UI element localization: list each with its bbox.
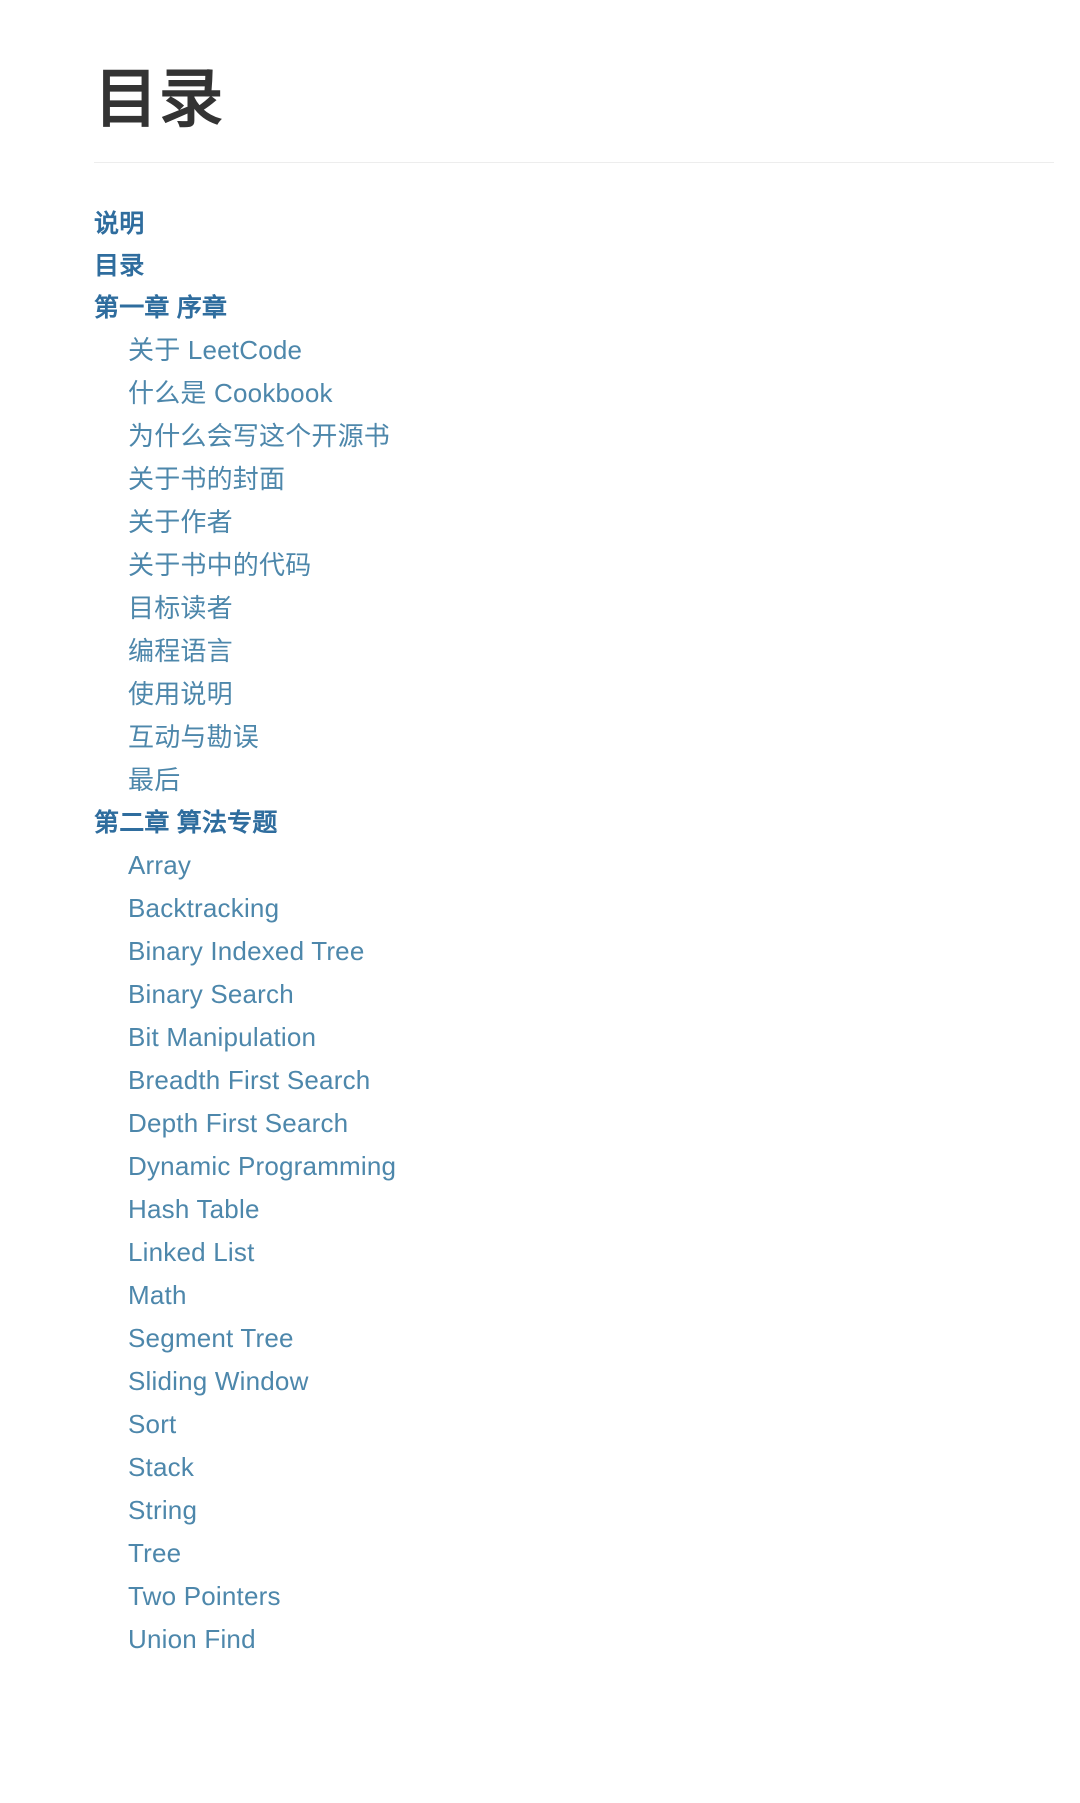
toc-link[interactable]: Linked List [128, 1233, 255, 1271]
toc-link[interactable]: 什么是 Cookbook [128, 374, 333, 412]
toc-entry: 关于作者 [94, 503, 994, 546]
toc-link[interactable]: 关于 LeetCode [128, 331, 302, 369]
toc-entry: Two Pointers [94, 1577, 994, 1620]
toc-entry: 关于 LeetCode [94, 331, 994, 374]
toc-entry: Bit Manipulation [94, 1018, 994, 1061]
toc-entry: 为什么会写这个开源书 [94, 417, 994, 460]
toc-entry: Hash Table [94, 1190, 994, 1233]
toc-link[interactable]: Union Find [128, 1620, 256, 1658]
toc-entry: 第一章 序章 [94, 289, 994, 331]
toc-link[interactable]: Sort [128, 1405, 176, 1443]
toc-link[interactable]: Bit Manipulation [128, 1018, 316, 1056]
toc-link[interactable]: Binary Indexed Tree [128, 932, 365, 970]
toc-entry: Math [94, 1276, 994, 1319]
page-title: 目录 [94, 63, 224, 135]
toc-link[interactable]: 为什么会写这个开源书 [128, 417, 390, 455]
toc-entry: 说明 [94, 205, 994, 247]
toc-entry: Segment Tree [94, 1319, 994, 1362]
toc-entry: Sliding Window [94, 1362, 994, 1405]
toc-entry: Backtracking [94, 889, 994, 932]
toc-link[interactable]: String [128, 1491, 197, 1529]
toc-link[interactable]: 第二章 算法专题 [94, 804, 278, 842]
document-page: 目录 说明 目录 第一章 序章 关于 LeetCode 什么是 Cookbook 为什么会… [0, 0, 1080, 1803]
toc-link[interactable]: Breadth First Search [128, 1061, 370, 1099]
toc-entry: 编程语言 [94, 632, 994, 675]
toc-link[interactable]: 最后 [128, 761, 180, 799]
toc-entry: 第二章 算法专题 [94, 804, 994, 846]
toc-entry: Stack [94, 1448, 994, 1491]
toc-link[interactable]: Sliding Window [128, 1362, 309, 1400]
toc-link[interactable]: 目录 [94, 247, 144, 285]
toc-link[interactable]: Math [128, 1276, 187, 1314]
toc-link[interactable]: 关于作者 [128, 503, 233, 541]
toc-entry: String [94, 1491, 994, 1534]
toc-link[interactable]: 目标读者 [128, 589, 233, 627]
toc-link[interactable]: Array [128, 846, 191, 884]
toc-link[interactable]: Dynamic Programming [128, 1147, 396, 1185]
toc-entry: Breadth First Search [94, 1061, 994, 1104]
toc-entry: 关于书的封面 [94, 460, 994, 503]
toc-link[interactable]: 编程语言 [128, 632, 233, 670]
toc-link[interactable]: Segment Tree [128, 1319, 294, 1357]
toc-link[interactable]: Two Pointers [128, 1577, 281, 1615]
toc-link[interactable]: 使用说明 [128, 675, 233, 713]
toc-entry: Sort [94, 1405, 994, 1448]
toc-link[interactable]: 关于书的封面 [128, 460, 285, 498]
toc-entry: Depth First Search [94, 1104, 994, 1147]
toc-entry: 使用说明 [94, 675, 994, 718]
toc-link[interactable]: 关于书中的代码 [128, 546, 311, 584]
toc-link[interactable]: Tree [128, 1534, 181, 1572]
toc-entry: 目录 [94, 247, 994, 289]
toc-entry: Dynamic Programming [94, 1147, 994, 1190]
toc-link[interactable]: Hash Table [128, 1190, 260, 1228]
toc-entry: 目标读者 [94, 589, 994, 632]
toc-link[interactable]: Backtracking [128, 889, 279, 927]
toc-entry: 互动与勘误 [94, 718, 994, 761]
toc-link[interactable]: Depth First Search [128, 1104, 348, 1142]
toc-link[interactable]: Stack [128, 1448, 194, 1486]
toc-entry: 最后 [94, 761, 994, 804]
toc-entry: Linked List [94, 1233, 994, 1276]
toc-link[interactable]: 第一章 序章 [94, 289, 227, 327]
toc-entry: Binary Indexed Tree [94, 932, 994, 975]
toc-entry: 关于书中的代码 [94, 546, 994, 589]
toc-link[interactable]: Binary Search [128, 975, 294, 1013]
document-content: 目录 说明 目录 第一章 序章 关于 LeetCode 什么是 Cookbook 为什么会… [94, 0, 1054, 1663]
toc-entry: Binary Search [94, 975, 994, 1018]
toc-link[interactable]: 说明 [94, 205, 144, 243]
toc-entry: Array [94, 846, 994, 889]
table-of-contents: 说明目录第一章 序章关于 LeetCode 什么是 Cookbook 为什么会写这个… [94, 163, 994, 1663]
toc-link[interactable]: 互动与勘误 [128, 718, 259, 756]
toc-entry: Union Find [94, 1620, 994, 1663]
toc-entry: 什么是 Cookbook [94, 374, 994, 417]
toc-entry: Tree [94, 1534, 994, 1577]
